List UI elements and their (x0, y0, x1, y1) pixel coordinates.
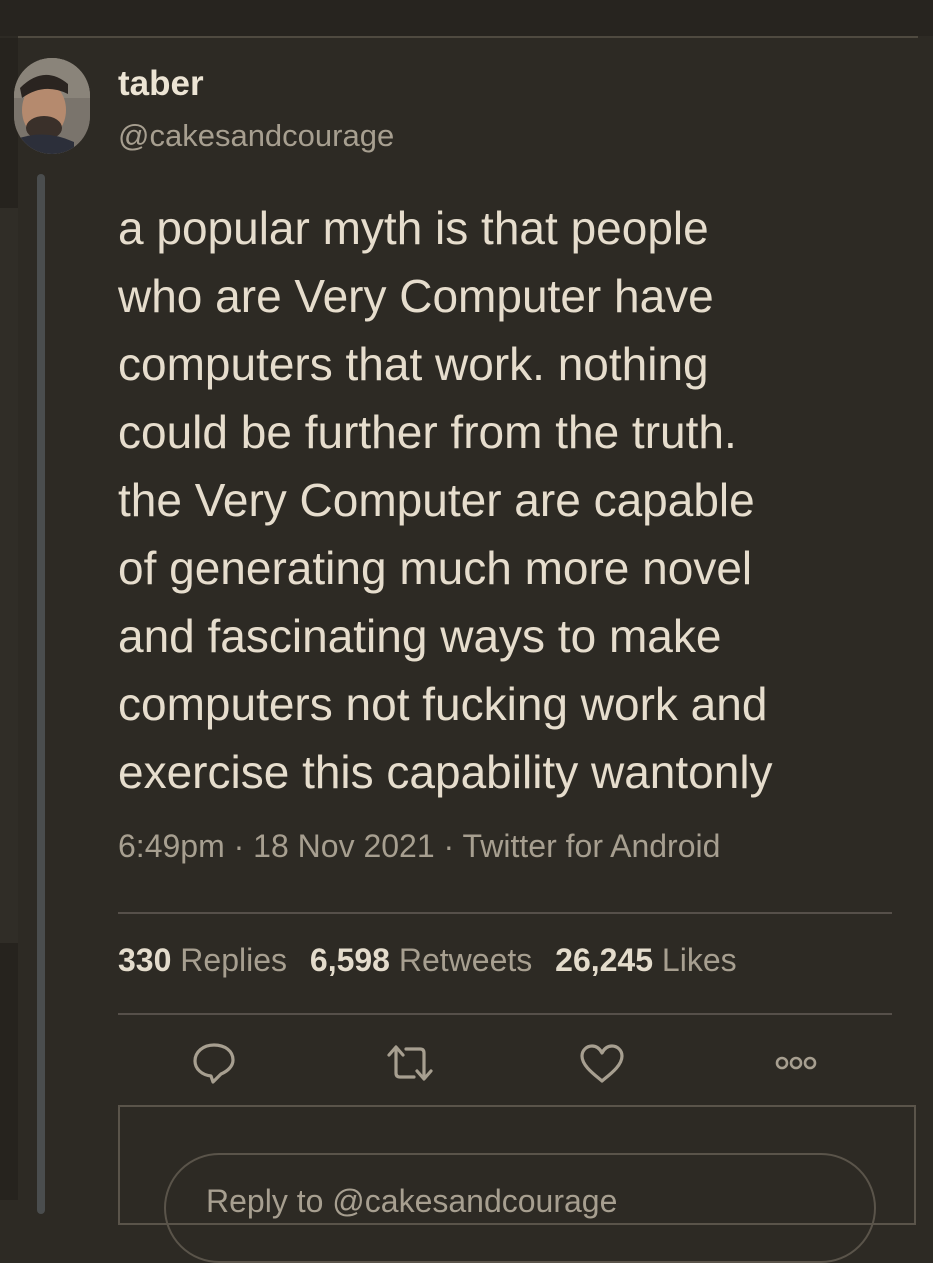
user-handle[interactable]: @cakesandcourage (118, 118, 394, 154)
like-button[interactable] (572, 1036, 632, 1090)
replies-label: Replies (180, 942, 287, 978)
replies-stat[interactable]: 330 Replies (118, 942, 287, 979)
tweet-date[interactable]: 18 Nov 2021 (253, 828, 434, 864)
likes-label: Likes (661, 942, 737, 978)
left-edge-strip (0, 208, 18, 943)
speech-bubble-icon (193, 1043, 235, 1084)
top-band (0, 0, 933, 36)
more-options-button[interactable] (766, 1036, 826, 1090)
meta-separator: · (224, 828, 254, 864)
more-options-icon (775, 1056, 817, 1070)
retweets-label: Retweets (398, 942, 533, 978)
meta-divider (118, 912, 892, 914)
stats-divider (118, 1013, 892, 1015)
retweets-stat[interactable]: 6,598 Retweets (310, 942, 532, 979)
avatar-image (14, 58, 90, 154)
display-name[interactable]: taber (118, 64, 204, 104)
likes-count: 26,245 (555, 942, 654, 978)
reply-input[interactable]: Reply to @cakesandcourage (164, 1153, 876, 1263)
likes-stat[interactable]: 26,245 Likes (555, 942, 736, 979)
reply-composer: Reply to @cakesandcourage (118, 1105, 916, 1263)
thread-connector-line (37, 174, 45, 1214)
top-divider (18, 36, 918, 38)
retweets-count: 6,598 (309, 942, 390, 978)
tweet-meta: 6:49pm · 18 Nov 2021 · Twitter for Andro… (118, 828, 720, 865)
engagement-stats: 330 Replies 6,598 Retweets 26,245 Likes (118, 942, 751, 979)
meta-separator: · (434, 828, 463, 864)
tweet-time[interactable]: 6:49pm (118, 828, 225, 864)
retweet-button[interactable] (380, 1036, 440, 1090)
tweet-text: a popular myth is that people who are Ve… (118, 202, 773, 798)
tweet-source[interactable]: Twitter for Android (463, 828, 721, 864)
avatar[interactable] (14, 58, 90, 154)
heart-icon (580, 1044, 624, 1083)
retweet-icon (387, 1045, 433, 1081)
reply-button[interactable] (184, 1036, 244, 1090)
left-edge-strip (0, 943, 18, 1200)
replies-count: 330 (118, 942, 172, 978)
